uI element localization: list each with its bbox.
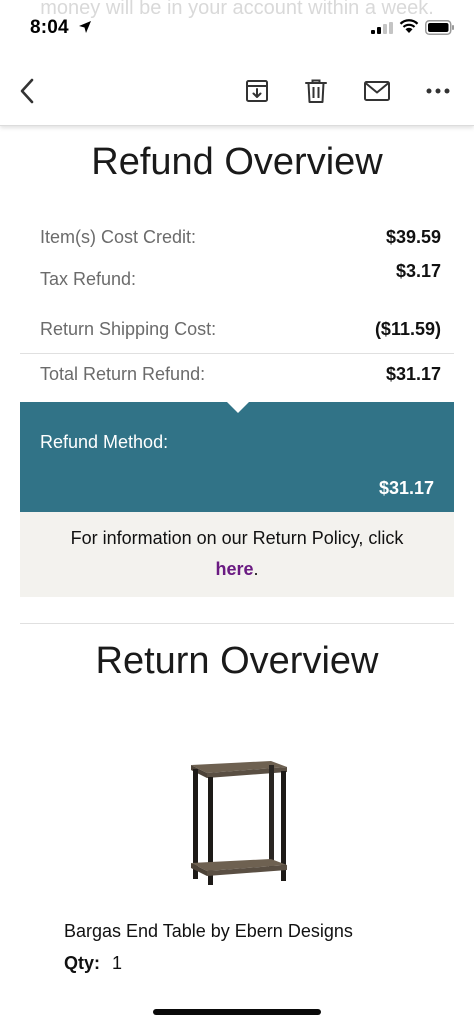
- back-button[interactable]: [12, 76, 42, 106]
- shipping-cost-label: Return Shipping Cost:: [40, 319, 217, 339]
- more-button[interactable]: [423, 76, 453, 106]
- refund-method-label: Refund Method:: [40, 432, 169, 452]
- section-divider: [20, 623, 454, 624]
- location-arrow-icon: [79, 21, 91, 33]
- panel-notch: [226, 401, 250, 413]
- policy-text: For information on our Return Policy, cl…: [70, 528, 404, 548]
- shipping-cost-value: ($11.59): [374, 319, 441, 339]
- product-name[interactable]: Bargas End Table by Ebern Designs: [64, 921, 353, 942]
- quantity-label: Qty:: [64, 953, 100, 973]
- tax-refund-value: $3.17: [395, 261, 441, 281]
- cost-credit-value: $39.59: [385, 227, 441, 247]
- cost-credit-row: Item(s) Cost Credit: $39.59: [40, 227, 441, 248]
- home-indicator[interactable]: [153, 1009, 321, 1015]
- total-refund-row: Total Return Refund: $31.17: [40, 364, 441, 385]
- quantity-value: 1: [112, 953, 123, 973]
- cellular-signal-icon: [371, 22, 393, 34]
- email-toolbar: [0, 56, 474, 126]
- total-refund-value: $31.17: [385, 364, 441, 384]
- refund-method-panel: Refund Method: $31.17: [20, 401, 454, 512]
- mail-icon: [364, 81, 390, 101]
- back-icon: [20, 78, 34, 104]
- return-policy-link[interactable]: here: [215, 559, 253, 579]
- divider: [20, 353, 454, 354]
- refund-overview-title: Refund Overview: [91, 141, 383, 183]
- more-icon: [426, 88, 450, 94]
- shipping-cost-row: Return Shipping Cost: ($11.59): [40, 319, 441, 340]
- archive-button[interactable]: [242, 76, 272, 106]
- mark-unread-button[interactable]: [362, 76, 392, 106]
- status-time: 8:04: [30, 17, 69, 38]
- tax-refund-row: Tax Refund: $3.17: [40, 261, 441, 290]
- tax-refund-label: Tax Refund:: [40, 269, 137, 289]
- archive-icon: [246, 80, 268, 102]
- policy-period: .: [253, 559, 259, 579]
- return-policy-note: For information on our Return Policy, cl…: [20, 512, 454, 597]
- status-bar: money will be in your account within a w…: [0, 0, 474, 56]
- cost-credit-label: Item(s) Cost Credit:: [40, 227, 197, 247]
- trash-icon: [305, 79, 327, 103]
- return-overview-title: Return Overview: [95, 640, 379, 682]
- battery-icon: [425, 20, 454, 35]
- refund-method-amount: $31.17: [378, 478, 434, 498]
- total-refund-label: Total Return Refund:: [40, 364, 206, 384]
- end-table-product-image[interactable]: [183, 757, 293, 887]
- quantity-line: Qty: 1: [64, 953, 122, 974]
- delete-button[interactable]: [301, 76, 331, 106]
- wifi-icon: [399, 19, 419, 33]
